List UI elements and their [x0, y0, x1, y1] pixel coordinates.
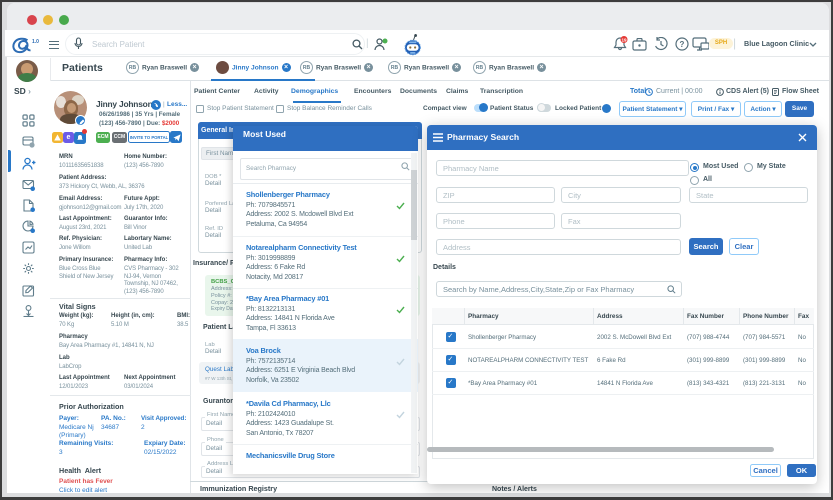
svg-text:19: 19 — [621, 38, 627, 43]
svg-text:?: ? — [680, 40, 685, 49]
svg-text:1.0: 1.0 — [32, 39, 39, 45]
